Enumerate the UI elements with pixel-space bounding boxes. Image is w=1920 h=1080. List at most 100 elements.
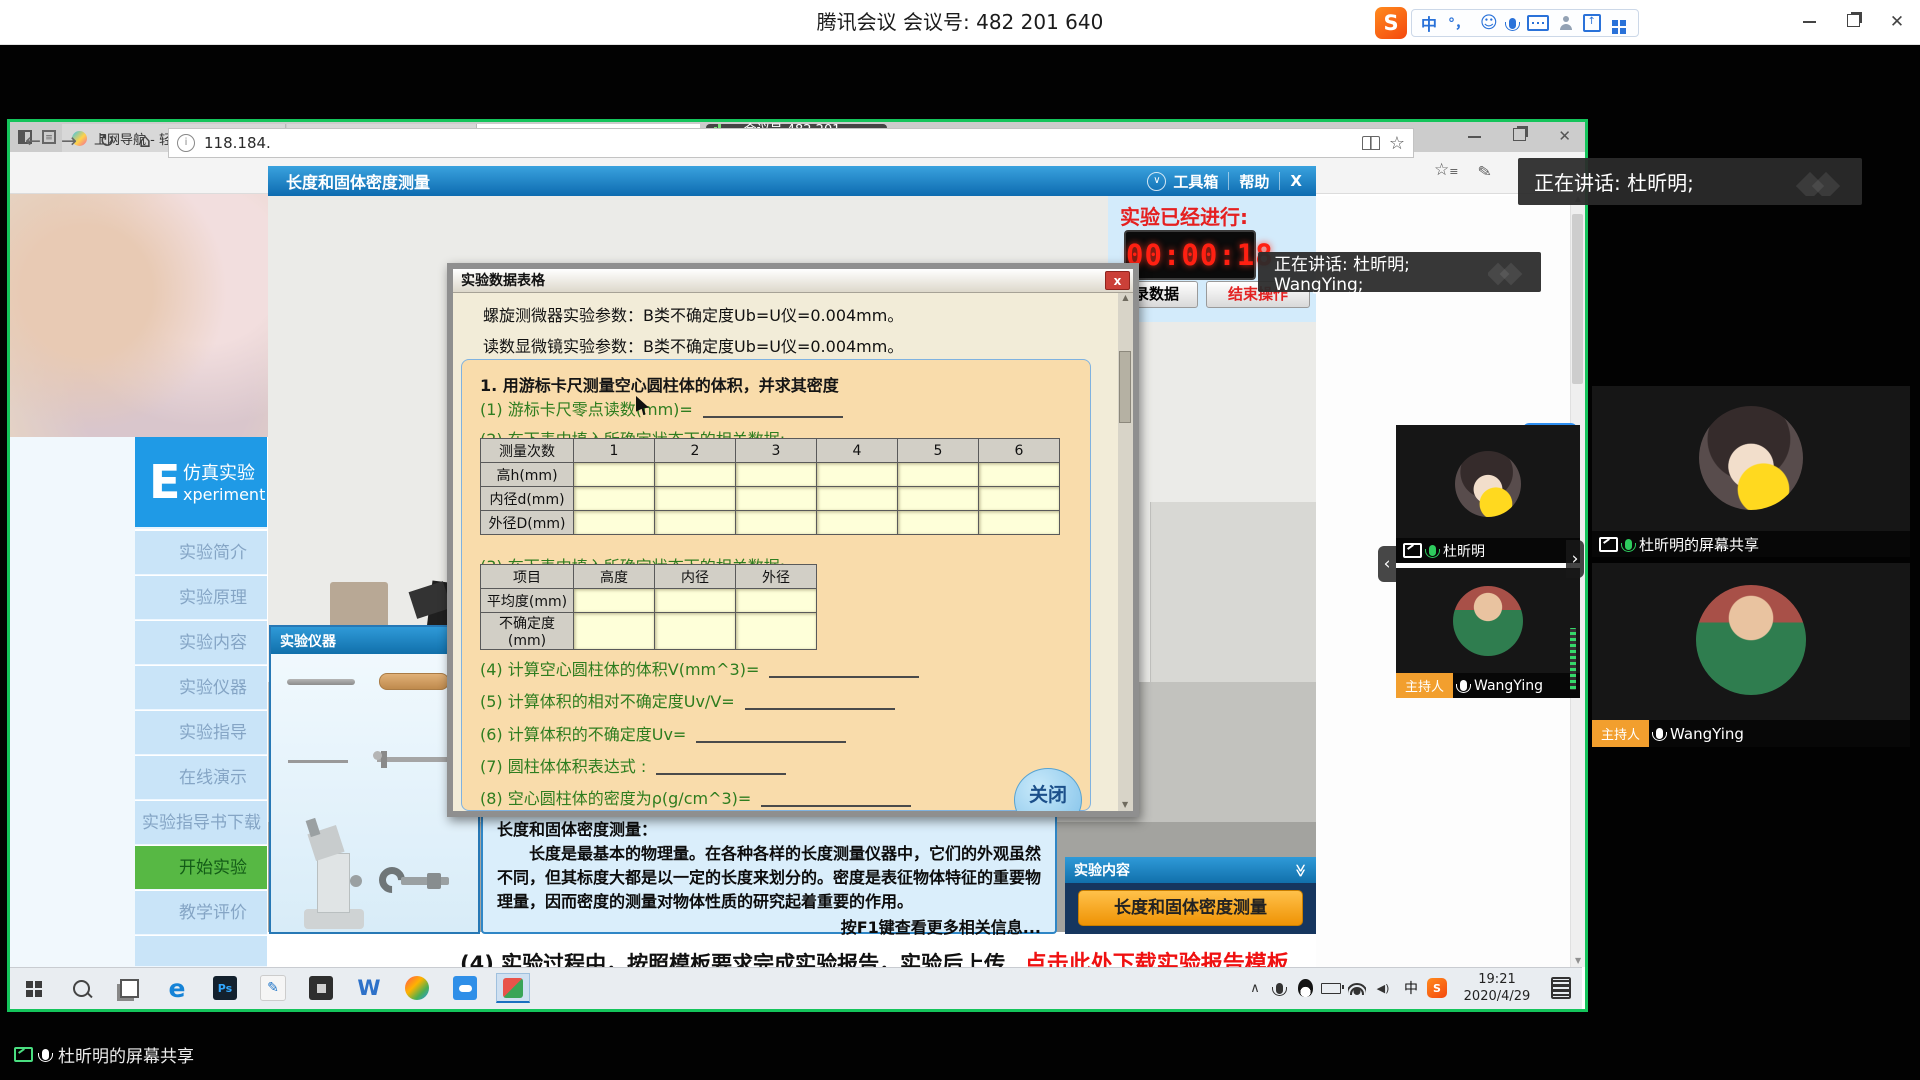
taskbar-photoshop-icon[interactable]: Ps: [208, 973, 242, 1003]
video-tile[interactable]: 杜昕明的屏幕共享: [1592, 386, 1910, 557]
input-cell[interactable]: [736, 613, 817, 650]
input-cell[interactable]: [574, 463, 655, 487]
input-cell[interactable]: [979, 511, 1060, 535]
sidebar-item-demo[interactable]: 在线演示: [135, 756, 267, 800]
brass-cylinder-image[interactable]: [379, 673, 449, 690]
input-cell[interactable]: [574, 589, 655, 613]
answer-blank[interactable]: [703, 416, 843, 418]
sidebar-item-content[interactable]: 实验内容: [135, 621, 267, 665]
taskbar-cloud-app-icon[interactable]: [448, 973, 482, 1003]
ime-emoji-icon[interactable]: ☺: [1480, 13, 1498, 33]
sidebar-item-instruments[interactable]: 实验仪器: [135, 666, 267, 710]
task-view-icon[interactable]: [112, 973, 146, 1003]
dialog-scrollbar[interactable]: ▲ ▼: [1118, 293, 1133, 811]
ime-toolbox-grid-icon[interactable]: [1612, 20, 1618, 26]
steel-rod-image[interactable]: [287, 679, 355, 685]
sidebar-item-partial[interactable]: [135, 936, 267, 967]
answer-blank[interactable]: [761, 805, 911, 807]
input-cell[interactable]: [655, 463, 736, 487]
video-tile[interactable]: 主持人 WangYing: [1592, 563, 1910, 747]
microscope-knob-image[interactable]: [350, 875, 362, 887]
input-cell[interactable]: [817, 487, 898, 511]
content-panel-header[interactable]: 实验内容 ≫: [1065, 857, 1316, 883]
dialog-title-bar[interactable]: 实验数据表格: [453, 269, 1133, 293]
start-button[interactable]: [16, 973, 50, 1003]
browser-close-button[interactable]: ✕: [1558, 127, 1571, 145]
action-center-icon[interactable]: [1544, 973, 1578, 1003]
answer-blank[interactable]: [696, 741, 846, 743]
input-cell[interactable]: [898, 463, 979, 487]
input-cell[interactable]: [898, 487, 979, 511]
microscope-body-image[interactable]: [317, 853, 350, 913]
browser-scrollbar-thumb[interactable]: [1572, 214, 1583, 384]
dialog-close-icon[interactable]: x: [1105, 271, 1130, 290]
favorites-list-icon[interactable]: ☆≡: [1434, 160, 1458, 180]
ime-keyboard-icon[interactable]: [1527, 15, 1549, 31]
input-cell[interactable]: [979, 463, 1060, 487]
ime-mode-icon[interactable]: 中: [1421, 11, 1437, 35]
sidebar-item-intro[interactable]: 实验简介: [135, 531, 267, 575]
refresh-icon[interactable]: ↻: [94, 130, 120, 152]
address-bar[interactable]: i 118.184. ☆: [168, 128, 1414, 158]
ime-mic-icon[interactable]: [1509, 18, 1516, 29]
answer-blank[interactable]: [656, 773, 786, 775]
panel-collapse-handle-left[interactable]: ‹: [1378, 546, 1396, 582]
panel-double-chevron-icon[interactable]: ≫: [1293, 863, 1308, 877]
input-cell[interactable]: [574, 487, 655, 511]
micrometer-spindle-image[interactable]: [401, 877, 449, 885]
taskbar-dark-app-icon[interactable]: [304, 973, 338, 1003]
video-tile[interactable]: 主持人 WangYing: [1396, 568, 1580, 698]
taskbar-pen-app-icon[interactable]: ✎: [256, 973, 290, 1003]
sidebar-item-download[interactable]: 实验指导书下载: [135, 801, 267, 845]
taskbar-media-app-icon[interactable]: [400, 973, 434, 1003]
input-cell[interactable]: [655, 487, 736, 511]
input-cell[interactable]: [574, 511, 655, 535]
input-cell[interactable]: [979, 487, 1060, 511]
collapse-chevron-icon[interactable]: ∨: [1147, 172, 1166, 191]
toolbox-button[interactable]: 工具箱: [1173, 171, 1218, 192]
search-icon[interactable]: [64, 973, 98, 1003]
taskbar-edge-icon[interactable]: e: [160, 973, 194, 1003]
minimize-button[interactable]: [1794, 0, 1824, 45]
input-cell[interactable]: [574, 613, 655, 650]
site-info-icon[interactable]: i: [177, 134, 195, 152]
experiment-entry-button[interactable]: 长度和固体密度测量: [1078, 890, 1303, 926]
help-button[interactable]: 帮助: [1239, 171, 1269, 192]
browser-minimize-button[interactable]: [1468, 126, 1481, 145]
input-cell[interactable]: [655, 511, 736, 535]
input-cell[interactable]: [655, 589, 736, 613]
taskbar-wps-icon[interactable]: W: [352, 973, 386, 1003]
sidebar-item-guide[interactable]: 实验指导: [135, 711, 267, 755]
close-button[interactable]: ✕: [1882, 0, 1912, 45]
restore-button[interactable]: [1838, 0, 1868, 45]
wire-image[interactable]: [288, 760, 348, 763]
caliper-beam-image[interactable]: [377, 757, 451, 762]
caliper-dial-image[interactable]: [373, 751, 382, 760]
back-icon[interactable]: ←: [20, 130, 46, 152]
input-cell[interactable]: [655, 613, 736, 650]
taskbar-meeting-app-icon[interactable]: [496, 973, 530, 1003]
answer-blank[interactable]: [745, 708, 895, 710]
browser-restore-button[interactable]: [1513, 126, 1526, 145]
ime-skin-icon[interactable]: [1560, 16, 1572, 30]
input-cell[interactable]: [898, 511, 979, 535]
sidebar-item-principle[interactable]: 实验原理: [135, 576, 267, 620]
input-cell[interactable]: [736, 589, 817, 613]
answer-blank[interactable]: [769, 676, 919, 678]
ime-toolbar[interactable]: 中 °， ☺ ↑: [1411, 9, 1639, 37]
tray-sogou-icon[interactable]: S: [1420, 973, 1454, 1003]
input-cell[interactable]: [817, 463, 898, 487]
taskbar-clock[interactable]: 19:21 2020/4/29: [1452, 971, 1542, 1005]
ime-punctuation-icon[interactable]: °，: [1448, 13, 1469, 33]
input-cell[interactable]: [817, 511, 898, 535]
input-cell[interactable]: [736, 487, 817, 511]
micrometer-thimble-image[interactable]: [427, 873, 441, 889]
home-icon[interactable]: ⌂: [132, 130, 158, 152]
sidebar-item-start[interactable]: 开始实验: [135, 846, 267, 890]
ime-upload-icon[interactable]: ↑: [1583, 14, 1601, 32]
input-cell[interactable]: [736, 463, 817, 487]
panel-collapse-handle-right[interactable]: ›: [1566, 540, 1584, 578]
video-tile[interactable]: 杜昕明: [1396, 425, 1580, 563]
sogou-ime-icon[interactable]: S: [1375, 7, 1407, 39]
input-cell[interactable]: [736, 511, 817, 535]
